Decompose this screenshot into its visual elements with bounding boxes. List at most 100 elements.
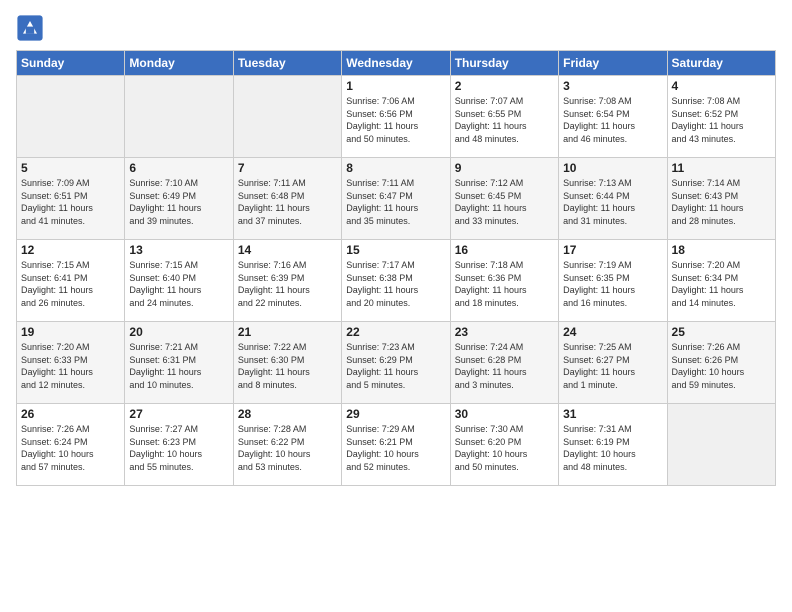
calendar-cell: 26Sunrise: 7:26 AM Sunset: 6:24 PM Dayli…	[17, 404, 125, 486]
day-number: 12	[21, 243, 120, 257]
day-number: 23	[455, 325, 554, 339]
calendar-cell: 30Sunrise: 7:30 AM Sunset: 6:20 PM Dayli…	[450, 404, 558, 486]
day-number: 1	[346, 79, 445, 93]
day-info: Sunrise: 7:31 AM Sunset: 6:19 PM Dayligh…	[563, 424, 636, 472]
calendar-cell: 31Sunrise: 7:31 AM Sunset: 6:19 PM Dayli…	[559, 404, 667, 486]
calendar-cell: 12 Sunrise: 7:15 AM Sunset: 6:41 PM Dayli…	[17, 240, 125, 322]
day-info: Sunrise: 7:21 AM Sunset: 6:31 PM Dayligh…	[129, 342, 201, 390]
day-info: Sunrise: 7:13 AM Sunset: 6:44 PM Dayligh…	[563, 178, 635, 226]
day-number: 2	[455, 79, 554, 93]
calendar-week-row: 1 Sunrise: 7:06 AM Sunset: 6:56 PM Daylig…	[17, 76, 776, 158]
calendar-cell: 23 Sunrise: 7:24 AM Sunset: 6:28 PM Dayli…	[450, 322, 558, 404]
day-info: Sunrise: 7:26 AM Sunset: 6:24 PM Dayligh…	[21, 424, 94, 472]
calendar-cell: 29 Sunrise: 7:29 AM Sunset: 6:21 PM Dayli…	[342, 404, 450, 486]
day-info: Sunrise: 7:16 AM Sunset: 6:39 PM Dayligh…	[238, 260, 310, 308]
day-number: 30	[455, 407, 554, 421]
calendar-week-row: 19 Sunrise: 7:20 AM Sunset: 6:33 PM Dayli…	[17, 322, 776, 404]
calendar-week-row: 12 Sunrise: 7:15 AM Sunset: 6:41 PM Dayli…	[17, 240, 776, 322]
weekday-header-sunday: Sunday	[17, 51, 125, 76]
day-info: Sunrise: 7:14 AM Sunset: 6:43 PM Dayligh…	[672, 178, 744, 226]
day-info: Sunrise: 7:06 AM Sunset: 6:56 PM Dayligh…	[346, 96, 418, 144]
day-number: 18	[672, 243, 771, 257]
day-number: 19	[21, 325, 120, 339]
logo	[16, 14, 46, 42]
calendar-cell: 25 Sunrise: 7:26 AM Sunset: 6:26 PM Dayli…	[667, 322, 775, 404]
day-info: Sunrise: 7:11 AM Sunset: 6:47 PM Dayligh…	[346, 178, 418, 226]
day-info: Sunrise: 7:09 AM Sunset: 6:51 PM Dayligh…	[21, 178, 93, 226]
header	[16, 10, 776, 42]
day-info: Sunrise: 7:08 AM Sunset: 6:52 PM Dayligh…	[672, 96, 744, 144]
calendar-cell: 8 Sunrise: 7:11 AM Sunset: 6:47 PM Daylig…	[342, 158, 450, 240]
day-info: Sunrise: 7:22 AM Sunset: 6:30 PM Dayligh…	[238, 342, 310, 390]
day-number: 14	[238, 243, 337, 257]
day-number: 7	[238, 161, 337, 175]
weekday-header-friday: Friday	[559, 51, 667, 76]
calendar-cell: 24 Sunrise: 7:25 AM Sunset: 6:27 PM Dayli…	[559, 322, 667, 404]
calendar-cell: 28 Sunrise: 7:28 AM Sunset: 6:22 PM Dayli…	[233, 404, 341, 486]
calendar-cell: 3 Sunrise: 7:08 AM Sunset: 6:54 PM Daylig…	[559, 76, 667, 158]
day-info: Sunrise: 7:10 AM Sunset: 6:49 PM Dayligh…	[129, 178, 201, 226]
logo-icon	[16, 14, 44, 42]
day-info: Sunrise: 7:25 AM Sunset: 6:27 PM Dayligh…	[563, 342, 635, 390]
calendar-cell	[125, 76, 233, 158]
day-info: Sunrise: 7:17 AM Sunset: 6:38 PM Dayligh…	[346, 260, 418, 308]
calendar-table: SundayMondayTuesdayWednesdayThursdayFrid…	[16, 50, 776, 486]
weekday-header-saturday: Saturday	[667, 51, 775, 76]
day-number: 16	[455, 243, 554, 257]
day-number: 8	[346, 161, 445, 175]
day-info: Sunrise: 7:20 AM Sunset: 6:34 PM Dayligh…	[672, 260, 744, 308]
calendar-cell: 18 Sunrise: 7:20 AM Sunset: 6:34 PM Dayli…	[667, 240, 775, 322]
day-number: 28	[238, 407, 337, 421]
calendar-week-row: 26Sunrise: 7:26 AM Sunset: 6:24 PM Dayli…	[17, 404, 776, 486]
day-info: Sunrise: 7:29 AM Sunset: 6:21 PM Dayligh…	[346, 424, 419, 472]
calendar-cell: 7 Sunrise: 7:11 AM Sunset: 6:48 PM Daylig…	[233, 158, 341, 240]
calendar-cell: 6Sunrise: 7:10 AM Sunset: 6:49 PM Daylig…	[125, 158, 233, 240]
calendar-cell: 14 Sunrise: 7:16 AM Sunset: 6:39 PM Dayli…	[233, 240, 341, 322]
day-info: Sunrise: 7:15 AM Sunset: 6:41 PM Dayligh…	[21, 260, 93, 308]
day-number: 20	[129, 325, 228, 339]
weekday-header-tuesday: Tuesday	[233, 51, 341, 76]
weekday-header-wednesday: Wednesday	[342, 51, 450, 76]
weekday-header-monday: Monday	[125, 51, 233, 76]
calendar-cell: 17Sunrise: 7:19 AM Sunset: 6:35 PM Dayli…	[559, 240, 667, 322]
day-info: Sunrise: 7:08 AM Sunset: 6:54 PM Dayligh…	[563, 96, 635, 144]
calendar-cell: 5Sunrise: 7:09 AM Sunset: 6:51 PM Daylig…	[17, 158, 125, 240]
day-number: 24	[563, 325, 662, 339]
day-info: Sunrise: 7:20 AM Sunset: 6:33 PM Dayligh…	[21, 342, 93, 390]
day-info: Sunrise: 7:15 AM Sunset: 6:40 PM Dayligh…	[129, 260, 201, 308]
calendar-cell: 2 Sunrise: 7:07 AM Sunset: 6:55 PM Daylig…	[450, 76, 558, 158]
calendar-cell: 10 Sunrise: 7:13 AM Sunset: 6:44 PM Dayli…	[559, 158, 667, 240]
day-info: Sunrise: 7:07 AM Sunset: 6:55 PM Dayligh…	[455, 96, 527, 144]
calendar-cell: 27Sunrise: 7:27 AM Sunset: 6:23 PM Dayli…	[125, 404, 233, 486]
day-number: 4	[672, 79, 771, 93]
calendar-cell: 22Sunrise: 7:23 AM Sunset: 6:29 PM Dayli…	[342, 322, 450, 404]
calendar-cell: 16Sunrise: 7:18 AM Sunset: 6:36 PM Dayli…	[450, 240, 558, 322]
page: SundayMondayTuesdayWednesdayThursdayFrid…	[0, 0, 792, 612]
weekday-header-thursday: Thursday	[450, 51, 558, 76]
day-number: 25	[672, 325, 771, 339]
day-number: 22	[346, 325, 445, 339]
day-number: 11	[672, 161, 771, 175]
calendar-cell: 9Sunrise: 7:12 AM Sunset: 6:45 PM Daylig…	[450, 158, 558, 240]
calendar-cell	[17, 76, 125, 158]
day-info: Sunrise: 7:27 AM Sunset: 6:23 PM Dayligh…	[129, 424, 202, 472]
calendar-cell: 19 Sunrise: 7:20 AM Sunset: 6:33 PM Dayli…	[17, 322, 125, 404]
calendar-cell	[233, 76, 341, 158]
weekday-header-row: SundayMondayTuesdayWednesdayThursdayFrid…	[17, 51, 776, 76]
calendar-week-row: 5Sunrise: 7:09 AM Sunset: 6:51 PM Daylig…	[17, 158, 776, 240]
day-number: 10	[563, 161, 662, 175]
calendar-cell: 21Sunrise: 7:22 AM Sunset: 6:30 PM Dayli…	[233, 322, 341, 404]
day-info: Sunrise: 7:26 AM Sunset: 6:26 PM Dayligh…	[672, 342, 745, 390]
day-number: 13	[129, 243, 228, 257]
day-number: 29	[346, 407, 445, 421]
day-info: Sunrise: 7:11 AM Sunset: 6:48 PM Dayligh…	[238, 178, 310, 226]
calendar-cell: 13 Sunrise: 7:15 AM Sunset: 6:40 PM Dayli…	[125, 240, 233, 322]
day-number: 3	[563, 79, 662, 93]
day-info: Sunrise: 7:28 AM Sunset: 6:22 PM Dayligh…	[238, 424, 311, 472]
calendar-cell: 4 Sunrise: 7:08 AM Sunset: 6:52 PM Daylig…	[667, 76, 775, 158]
calendar-cell: 11 Sunrise: 7:14 AM Sunset: 6:43 PM Dayli…	[667, 158, 775, 240]
day-info: Sunrise: 7:19 AM Sunset: 6:35 PM Dayligh…	[563, 260, 635, 308]
day-info: Sunrise: 7:24 AM Sunset: 6:28 PM Dayligh…	[455, 342, 527, 390]
calendar-cell	[667, 404, 775, 486]
day-number: 9	[455, 161, 554, 175]
